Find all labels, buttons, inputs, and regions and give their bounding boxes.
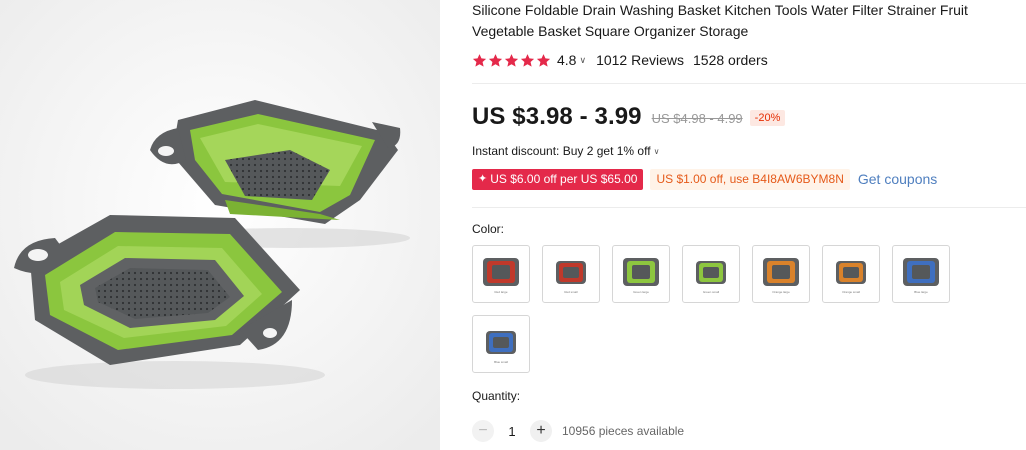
color-label: Color: xyxy=(472,222,505,236)
star-icon xyxy=(520,53,535,67)
product-title: Silicone Foldable Drain Washing Basket K… xyxy=(472,2,968,39)
color-swatch-blue-large[interactable]: Blue large xyxy=(892,245,950,303)
divider xyxy=(472,207,1026,208)
orders-count: 1528 orders xyxy=(693,52,768,68)
color-swatch-green-small[interactable]: Green small xyxy=(682,245,740,303)
rating-value[interactable]: 4.8 xyxy=(557,52,576,68)
chevron-down-icon: ∨ xyxy=(653,146,660,156)
product-detail-pane: Silicone Foldable Drain Washing Basket K… xyxy=(472,0,1026,450)
svg-text:Orange large: Orange large xyxy=(772,290,790,294)
swatch-thumbnail: Red large xyxy=(483,258,519,294)
swatch-thumbnail: Red small xyxy=(556,261,586,294)
product-main-image[interactable] xyxy=(0,0,440,450)
store-coupon-text: US $6.00 off per US $65.00 xyxy=(490,171,638,186)
instant-discount[interactable]: Instant discount: Buy 2 get 1% off ∨ xyxy=(472,144,659,158)
svg-text:Blue small: Blue small xyxy=(494,360,508,364)
swatch-thumbnail: Orange small xyxy=(836,261,866,294)
collapsible-strainer-image xyxy=(0,0,440,450)
svg-text:Blue large: Blue large xyxy=(914,290,928,294)
svg-text:Orange small: Orange small xyxy=(842,290,860,294)
color-swatch-green-large[interactable]: Green large xyxy=(612,245,670,303)
quantity-stepper: − 1 + 10956 pieces available xyxy=(472,419,684,443)
rating-row: 4.8 ∨ 1012 Reviews 1528 orders xyxy=(472,50,768,70)
original-price: US $4.98 - 4.99 xyxy=(651,110,743,126)
star-rating[interactable] xyxy=(472,53,551,68)
stock-available: 10956 pieces available xyxy=(562,424,685,438)
price-row: US $3.98 - 3.99 US $4.98 - 4.99 -20% xyxy=(472,101,786,133)
get-coupons-link[interactable]: Get coupons xyxy=(858,171,937,187)
color-swatch-red-small[interactable]: Red small xyxy=(542,245,600,303)
svg-text:Red large: Red large xyxy=(494,290,507,294)
swatch-thumbnail: Blue large xyxy=(903,258,939,294)
code-coupon[interactable]: US $1.00 off, use B4I8AW6BYM8N xyxy=(650,168,850,190)
swatch-thumbnail: Green large xyxy=(623,258,659,294)
star-icon xyxy=(472,53,487,67)
discount-badge: -20% xyxy=(749,110,786,126)
swatch-thumbnail: Green small xyxy=(696,261,726,294)
svg-text:Green small: Green small xyxy=(703,290,720,294)
coupon-row: ✦ US $6.00 off per US $65.00 US $1.00 of… xyxy=(472,168,937,190)
quantity-label: Quantity: xyxy=(472,389,521,403)
swatch-thumbnail: Orange large xyxy=(763,258,799,294)
color-swatch-blue-small[interactable]: Blue small xyxy=(472,315,530,373)
increase-quantity-button[interactable]: + xyxy=(530,420,552,442)
svg-text:Red small: Red small xyxy=(564,290,578,294)
decrease-quantity-button[interactable]: − xyxy=(472,420,494,442)
svg-text:Green large: Green large xyxy=(633,290,649,294)
swatch-thumbnail: Blue small xyxy=(486,331,516,364)
store-coupon[interactable]: ✦ US $6.00 off per US $65.00 xyxy=(472,168,644,190)
star-icon xyxy=(504,53,519,67)
color-swatch-orange-large[interactable]: Orange large xyxy=(752,245,810,303)
instant-discount-text: Instant discount: Buy 2 get 1% off xyxy=(472,144,651,158)
chevron-down-icon[interactable]: ∨ xyxy=(579,55,586,66)
color-swatch-orange-small[interactable]: Orange small xyxy=(822,245,880,303)
reviews-link[interactable]: 1012 Reviews xyxy=(596,52,684,68)
current-price: US $3.98 - 3.99 xyxy=(472,103,642,130)
quantity-input[interactable]: 1 xyxy=(494,424,530,439)
color-swatch-red-large[interactable]: Red large xyxy=(472,245,530,303)
sparkle-icon: ✦ xyxy=(478,172,488,185)
divider xyxy=(472,83,1026,84)
star-icon xyxy=(536,53,551,67)
star-icon xyxy=(488,53,503,67)
